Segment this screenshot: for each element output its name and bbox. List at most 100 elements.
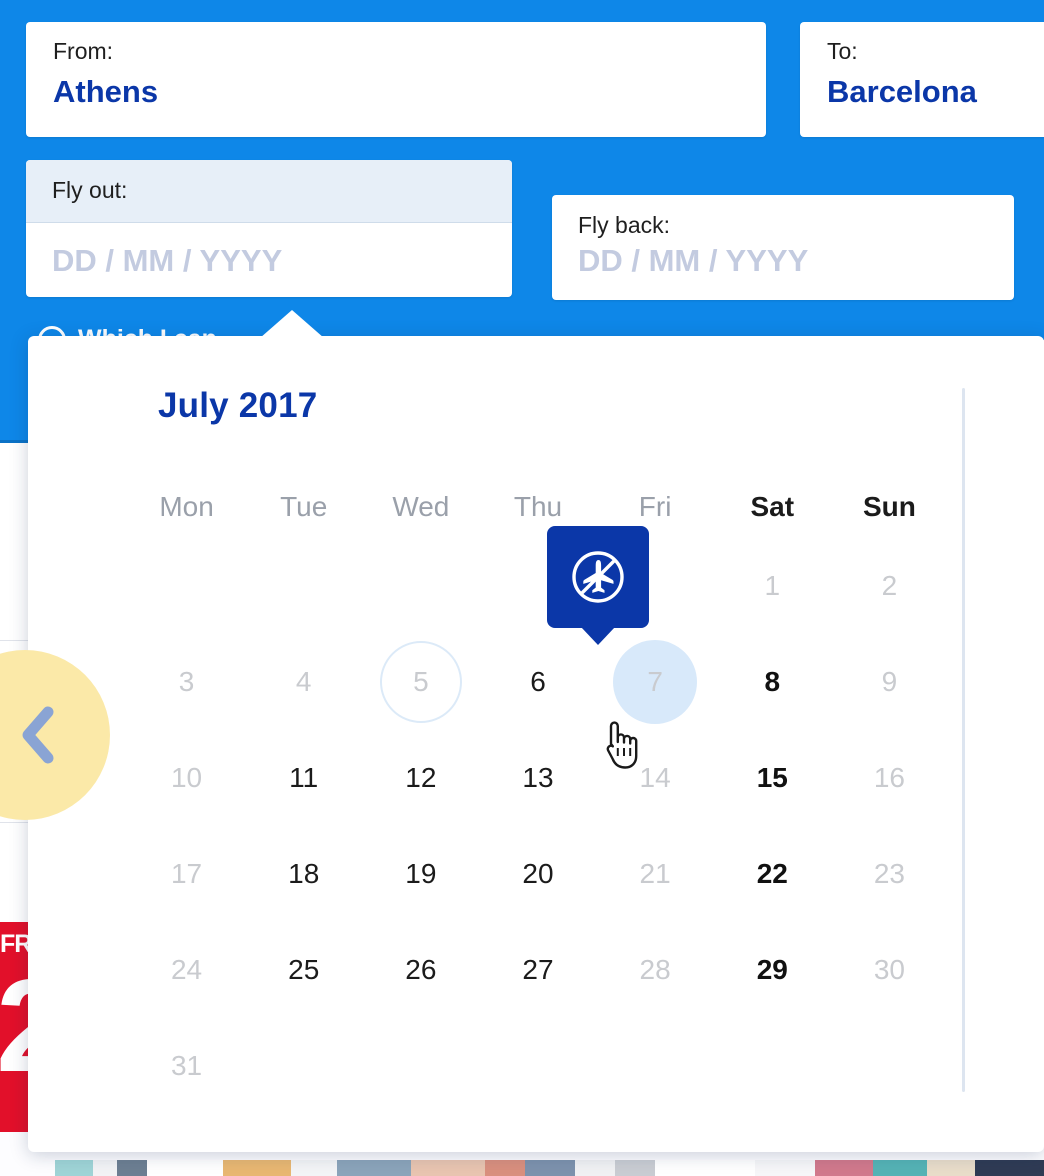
calendar-day-number: 5 (413, 666, 429, 697)
calendar-weekday-header: Sun (831, 476, 948, 538)
calendar-day-cell[interactable]: 27 (479, 922, 596, 1018)
calendar-day-empty (245, 538, 362, 634)
calendar-week-row: 10 11 12 13 14 15 16 (128, 730, 948, 826)
calendar-day-cell[interactable]: 23 (831, 826, 948, 922)
calendar-day-cell[interactable]: 9 (831, 634, 948, 730)
calendar-day-cell[interactable]: 14 (597, 730, 714, 826)
weekday-label: Fri (638, 491, 672, 522)
calendar-day-cell[interactable]: 13 (479, 730, 596, 826)
calendar-week-row: 31 (128, 1018, 948, 1114)
calendar-day-number: 18 (288, 858, 320, 889)
calendar-day-number: 31 (170, 1050, 203, 1081)
calendar-weekday-header-row: Mon Tue Wed Thu Fri Sat Sun (128, 476, 948, 538)
calendar-weekday-header: Sat (714, 476, 831, 538)
from-label: From: (53, 38, 114, 64)
to-field[interactable]: To: Barcelona (800, 22, 1044, 137)
calendar-day-number: 30 (873, 954, 905, 985)
calendar-day-empty (714, 1018, 831, 1114)
calendar-day-number: 24 (170, 954, 203, 985)
calendar-day-cell[interactable]: 11 (245, 730, 362, 826)
calendar-day-empty (597, 1018, 714, 1114)
calendar-day-cell[interactable]: 29 (714, 922, 831, 1018)
calendar-day-number: 21 (639, 858, 671, 889)
calendar-day-number: 20 (522, 858, 554, 889)
calendar-day-number: 4 (295, 666, 312, 697)
calendar-day-cell[interactable]: 24 (128, 922, 245, 1018)
popover-arrow (260, 310, 324, 338)
fly-back-field[interactable]: Fly back: DD / MM / YYYY (552, 195, 1014, 300)
fly-out-label: Fly out: (52, 177, 128, 203)
calendar-day-cell[interactable]: 1 (714, 538, 831, 634)
calendar-day-cell[interactable]: 31 (128, 1018, 245, 1114)
calendar-day-cell[interactable]: 7 (597, 634, 714, 730)
calendar-day-cell[interactable]: 15 (714, 730, 831, 826)
no-flight-tooltip (547, 526, 649, 645)
tooltip-pointer (581, 627, 615, 645)
calendar-day-cell[interactable]: 6 (479, 634, 596, 730)
calendar-day-empty (245, 1018, 362, 1114)
calendar-week-row: 24 25 26 27 28 29 30 (128, 922, 948, 1018)
calendar-day-cell[interactable]: 20 (479, 826, 596, 922)
calendar-day-number: 12 (405, 762, 437, 793)
from-field[interactable]: From: Athens (26, 22, 766, 137)
calendar-day-cell[interactable]: 30 (831, 922, 948, 1018)
calendar-day-cell[interactable]: 12 (362, 730, 479, 826)
calendar-weekday-header: Wed (362, 476, 479, 538)
calendar-day-number: 26 (405, 954, 437, 985)
background-divider (0, 822, 30, 823)
to-label: To: (827, 38, 858, 64)
calendar-day-number: 14 (639, 762, 671, 793)
calendar-grid: Mon Tue Wed Thu Fri Sat Sun 1 2 3 4 5 6 7 8 9 10 11 12 13 1… (128, 476, 948, 1114)
fly-out-field[interactable]: Fly out: DD / MM / YYYY (26, 160, 512, 297)
calendar-day-cell[interactable]: 18 (245, 826, 362, 922)
calendar-day-cell[interactable]: 16 (831, 730, 948, 826)
calendar-day-number: 15 (756, 762, 788, 793)
calendar-day-cell[interactable]: 22 (714, 826, 831, 922)
calendar-day-empty (479, 1018, 596, 1114)
calendar-day-number: 22 (756, 858, 788, 889)
calendar-day-cell[interactable]: 3 (128, 634, 245, 730)
calendar-day-number: 23 (873, 858, 905, 889)
calendar-day-number: 6 (530, 666, 546, 697)
chevron-left-icon (22, 706, 54, 764)
calendar-week-row: 3 4 5 6 7 8 9 (128, 634, 948, 730)
from-value: Athens (53, 74, 159, 109)
weekday-label: Thu (513, 491, 563, 522)
calendar-weeks: 1 2 3 4 5 6 7 8 9 10 11 12 13 14 15 16 17 18 19 20 21 22 23 24 2… (128, 538, 948, 1114)
calendar-day-number: 28 (639, 954, 671, 985)
to-value: Barcelona (827, 74, 977, 109)
calendar-day-cell[interactable]: 10 (128, 730, 245, 826)
calendar-day-cell[interactable]: 25 (245, 922, 362, 1018)
calendar-day-number: 25 (288, 954, 320, 985)
date-picker-popover: July 2017 Mon Tue Wed Thu Fri Sat Sun 12345678… (28, 310, 1044, 1152)
calendar-day-number: 1 (764, 570, 781, 601)
calendar-day-number: 7 (647, 666, 663, 697)
calendar-day-number: 3 (178, 666, 195, 697)
calendar-day-cell[interactable]: 19 (362, 826, 479, 922)
calendar-weekday-header: Tue (245, 476, 362, 538)
weekday-label: Wed (392, 491, 450, 522)
fly-back-label: Fly back: (578, 212, 671, 238)
weekday-label: Mon (159, 491, 214, 522)
calendar-day-cell[interactable]: 28 (597, 922, 714, 1018)
calendar-day-number: 9 (881, 666, 898, 697)
search-header: From: Athens To: Barcelona Fly out: DD /… (0, 0, 1044, 354)
calendar-column-divider (962, 388, 965, 1092)
calendar-month-title: July 2017 (158, 386, 318, 425)
calendar-day-empty (362, 538, 479, 634)
calendar-day-cell[interactable]: 5 (362, 634, 479, 730)
calendar-day-empty (831, 1018, 948, 1114)
weekday-label: Tue (280, 491, 328, 522)
calendar-day-cell[interactable]: 2 (831, 538, 948, 634)
calendar-week-row: 12 (128, 538, 948, 634)
calendar-day-empty (362, 1018, 479, 1114)
no-flight-icon (572, 551, 624, 603)
calendar-day-cell[interactable]: 8 (714, 634, 831, 730)
calendar-day-cell[interactable]: 17 (128, 826, 245, 922)
calendar-day-cell[interactable]: 26 (362, 922, 479, 1018)
calendar-day-cell[interactable]: 21 (597, 826, 714, 922)
fly-out-placeholder: DD / MM / YYYY (52, 243, 283, 278)
calendar-day-cell[interactable]: 4 (245, 634, 362, 730)
calendar-day-number: 10 (170, 762, 203, 793)
background-image-strip (55, 1160, 1044, 1176)
